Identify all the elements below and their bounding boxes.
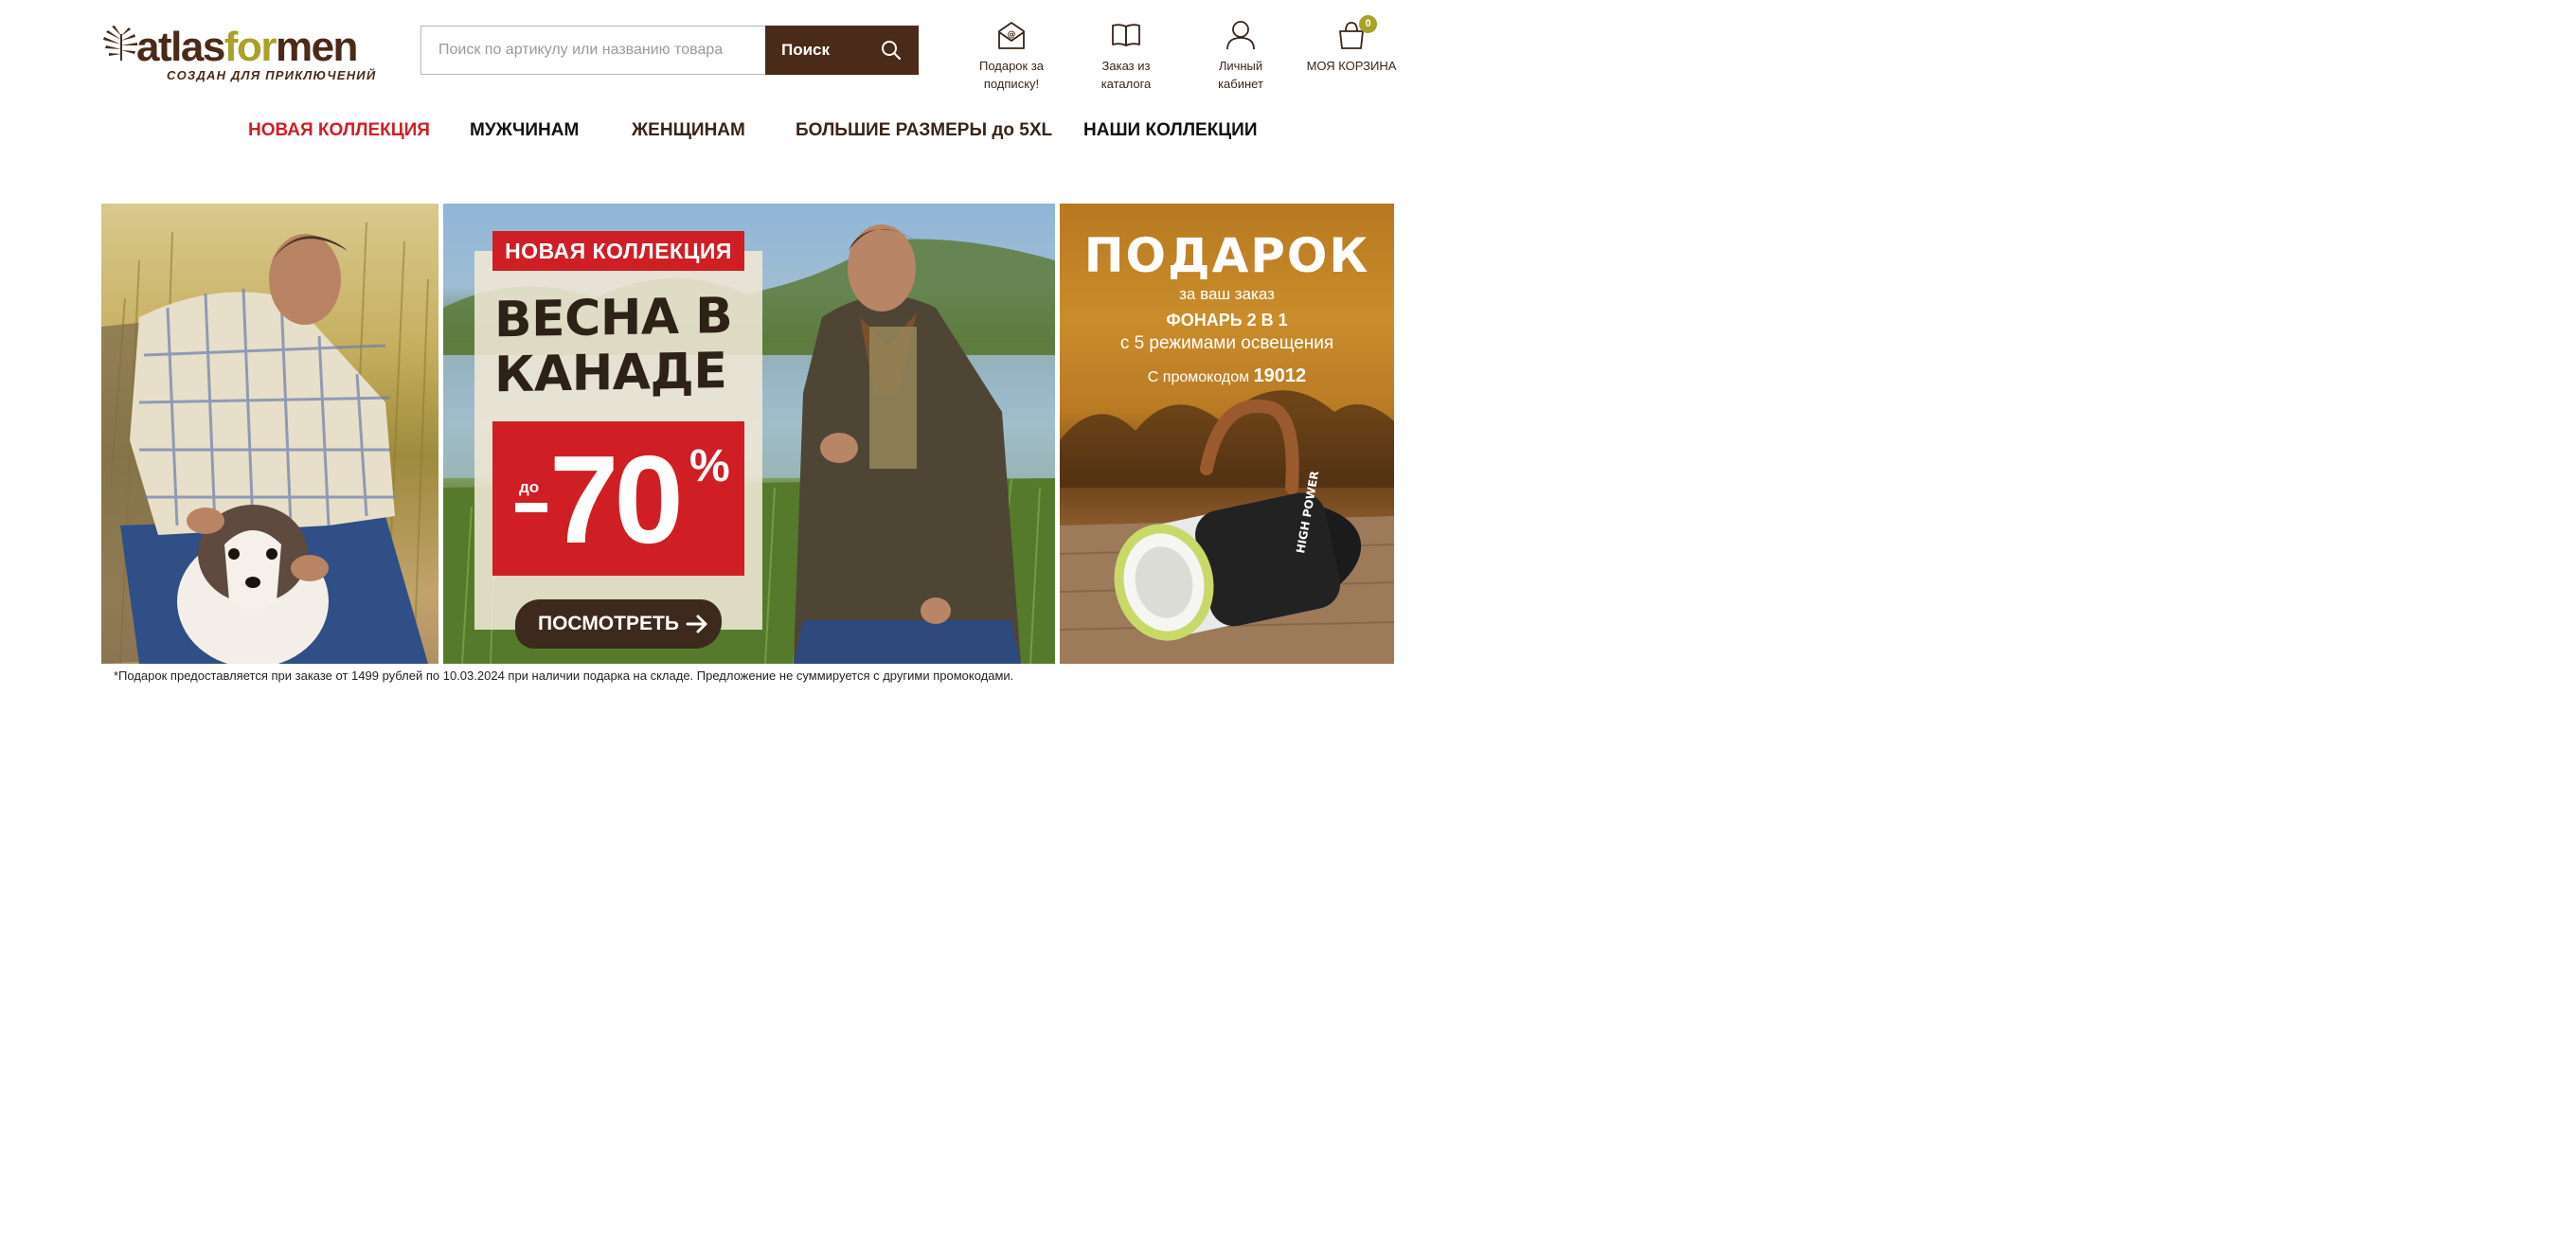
banner-spring-promo[interactable]: НОВАЯ КОЛЛЕКЦИЯ ВЕСНА В КАНАДЕ до 70 % П… bbox=[443, 204, 1055, 664]
promo-title-line-1: ВЕСНА В bbox=[494, 287, 733, 349]
search-icon bbox=[882, 41, 902, 61]
nav-item-our-collections[interactable]: НАШИ КОЛЛЕКЦИИ bbox=[1083, 120, 1258, 141]
banner-lifestyle[interactable] bbox=[101, 204, 438, 664]
promo-title-line-2: КАНАДЕ bbox=[494, 343, 727, 404]
nav-item-plus-sizes[interactable]: БОЛЬШИЕ РАЗМЕРЫ до 5XL bbox=[796, 120, 1052, 141]
promo-discount-unit: % bbox=[689, 441, 730, 491]
cart-link[interactable]: 0 МОЯ КОРЗИНА bbox=[1305, 15, 1398, 75]
svg-text:@: @ bbox=[1008, 30, 1016, 40]
view-collection-button[interactable]: ПОСМОТРЕТЬ bbox=[515, 599, 722, 649]
search-button-label: Поиск bbox=[781, 41, 831, 59]
catalog-order-link[interactable]: Заказ из каталога bbox=[1093, 19, 1159, 93]
arrow-right-icon bbox=[686, 615, 707, 633]
gift-line-promo: С промокодом 19012 bbox=[1060, 365, 1394, 387]
gift-line-modes: с 5 режимами освещения bbox=[1119, 333, 1334, 353]
promo-tag: НОВАЯ КОЛЛЕКЦИЯ bbox=[492, 231, 744, 271]
gift-title: ПОДАРОК bbox=[1083, 228, 1370, 283]
promo-discount-value: 70 bbox=[549, 430, 684, 569]
logo-leaf-icon bbox=[103, 26, 137, 61]
logo-wordmark: atlasformen bbox=[136, 24, 358, 70]
promo-discount-minus bbox=[515, 503, 547, 512]
account-label-2: кабинет bbox=[1218, 77, 1263, 91]
promo-title: ВЕСНА В КАНАДЕ bbox=[494, 287, 750, 404]
envelope-icon: @ bbox=[998, 22, 1025, 49]
search-button[interactable]: Поиск bbox=[765, 26, 919, 75]
gift-disclaimer: *Подарок предоставляется при заказе от 1… bbox=[114, 669, 1014, 683]
nav-item-women[interactable]: ЖЕНЩИНАМ bbox=[632, 120, 745, 141]
account-link[interactable]: Личный кабинет bbox=[1208, 19, 1273, 93]
subscribe-gift-label-1: Подарок за bbox=[978, 59, 1045, 73]
catalog-order-label-2: каталога bbox=[1100, 77, 1152, 91]
subscribe-gift-label-2: подписку! bbox=[983, 77, 1040, 91]
view-collection-label: ПОСМОТРЕТЬ bbox=[538, 613, 679, 634]
account-label-1: Личный bbox=[1218, 59, 1263, 73]
gift-promo-code: 19012 bbox=[1253, 365, 1307, 386]
main-nav: НОВАЯ КОЛЛЕКЦИЯ МУЖЧИНАМ ЖЕНЩИНАМ БОЛЬШИ… bbox=[0, 120, 1485, 143]
user-icon bbox=[1226, 21, 1255, 50]
catalog-order-label-1: Заказ из bbox=[1101, 59, 1151, 73]
cart-label: МОЯ КОРЗИНА bbox=[1306, 59, 1397, 73]
cart-count-badge: 0 bbox=[1359, 15, 1377, 33]
banner-gift[interactable]: HIGH POWER ПОДАРОК за ваш заказ ФОНАРЬ 2… bbox=[1060, 204, 1394, 664]
subscribe-gift-link[interactable]: @ Подарок за подписку! bbox=[975, 19, 1047, 93]
promo-discount-prefix: до bbox=[519, 478, 540, 496]
gift-promo-prefix: С промокодом bbox=[1147, 369, 1254, 385]
search-input[interactable] bbox=[420, 26, 765, 75]
logo-tagline: СОЗДАН ДЛЯ ПРИКЛЮЧЕНИЙ bbox=[167, 68, 377, 82]
lifestyle-photo bbox=[101, 222, 429, 664]
nav-item-men[interactable]: МУЖЧИНАМ bbox=[470, 120, 579, 141]
promo-discount-block: до 70 % bbox=[492, 421, 744, 576]
catalog-book-icon bbox=[1112, 24, 1140, 46]
gift-line-order: за ваш заказ bbox=[1179, 285, 1275, 303]
cart-icon-wrap: 0 bbox=[1335, 15, 1377, 51]
nav-item-new-collection[interactable]: НОВАЯ КОЛЛЕКЦИЯ bbox=[248, 120, 430, 141]
gift-line-product: ФОНАРЬ 2 В 1 bbox=[1166, 311, 1288, 330]
site-logo[interactable]: atlasformen СОЗДАН ДЛЯ ПРИКЛЮЧЕНИЙ bbox=[100, 25, 381, 85]
